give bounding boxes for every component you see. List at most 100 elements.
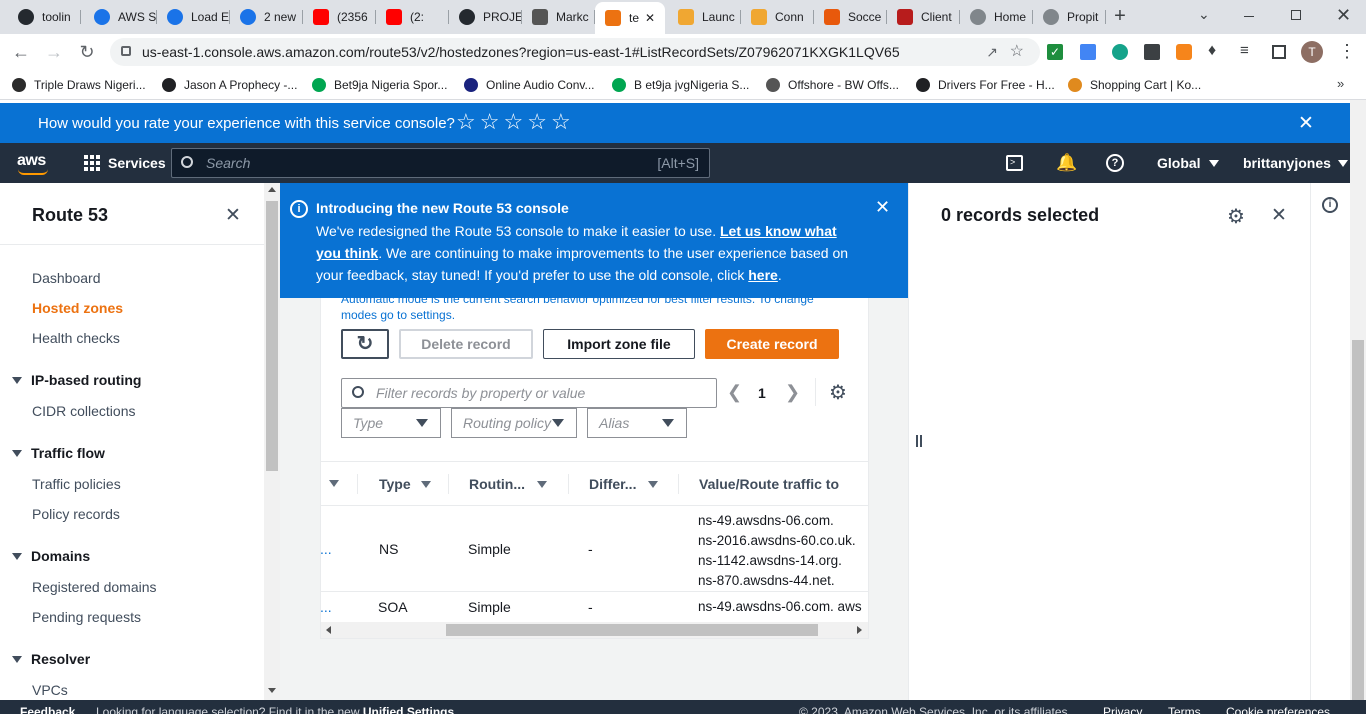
- services-menu-button[interactable]: Services: [84, 155, 166, 171]
- table-settings-gear-icon[interactable]: ⚙: [829, 380, 847, 405]
- close-window-icon[interactable]: ✕: [1336, 5, 1351, 26]
- cloudshell-icon[interactable]: >: [1006, 155, 1023, 171]
- notifications-bell-icon[interactable]: 🔔: [1056, 153, 1077, 173]
- rating-star-icon[interactable]: ☆: [527, 109, 547, 135]
- help-icon[interactable]: ?: [1106, 154, 1124, 172]
- next-page-icon[interactable]: ❯: [785, 382, 800, 403]
- bookmarks-overflow-icon[interactable]: »: [1337, 76, 1344, 91]
- browser-tab[interactable]: PROJE: [449, 4, 522, 30]
- extension-check-icon[interactable]: ✓: [1047, 44, 1063, 60]
- refresh-button[interactable]: ↻: [341, 329, 389, 359]
- reading-list-icon[interactable]: ≡: [1240, 42, 1249, 59]
- bookmark-item[interactable]: Triple Draws Nigeri...: [12, 76, 146, 94]
- restore-icon[interactable]: [1291, 10, 1301, 20]
- bookmark-item[interactable]: Drivers For Free - H...: [916, 76, 1055, 94]
- bookmark-item[interactable]: Bet9ja Nigeria Spor...: [312, 76, 447, 94]
- hidden-column-caret-icon[interactable]: [329, 480, 339, 487]
- scroll-left-arrow[interactable]: [326, 626, 331, 634]
- sidebar-item[interactable]: Pending requests: [32, 609, 141, 625]
- bookmark-item[interactable]: Shopping Cart | Ko...: [1068, 76, 1201, 94]
- sidebar-item[interactable]: CIDR collections: [32, 403, 135, 419]
- column-header-routing[interactable]: Routin...: [469, 476, 547, 492]
- sidebar-section-toggle[interactable]: Domains: [12, 548, 90, 564]
- sidebar-item[interactable]: Hosted zones: [32, 300, 123, 316]
- aws-logo[interactable]: aws: [17, 152, 51, 176]
- delete-record-button[interactable]: Delete record: [399, 329, 533, 359]
- rating-star-icon[interactable]: ☆: [551, 109, 571, 135]
- sidebar-section-toggle[interactable]: Traffic flow: [12, 445, 105, 461]
- browser-tab[interactable]: Propit: [1033, 4, 1106, 30]
- create-record-button[interactable]: Create record: [705, 329, 839, 359]
- browser-tab[interactable]: Client: [887, 4, 960, 30]
- page-number[interactable]: 1: [758, 385, 766, 401]
- browser-tab[interactable]: Socce: [814, 4, 887, 30]
- close-tab-icon[interactable]: ✕: [645, 11, 655, 25]
- rating-star-icon[interactable]: ☆: [480, 109, 500, 135]
- import-zone-file-button[interactable]: Import zone file: [543, 329, 695, 359]
- footer-cookie-link[interactable]: Cookie preferences: [1226, 705, 1330, 714]
- page-scroll-thumb[interactable]: [1352, 340, 1364, 700]
- share-icon[interactable]: ↗: [986, 38, 998, 66]
- browser-tab[interactable]: (2356: [303, 4, 376, 30]
- alias-select[interactable]: Alias: [587, 408, 687, 438]
- footer-privacy-link[interactable]: Privacy: [1103, 705, 1142, 714]
- table-scroll-thumb[interactable]: [446, 624, 818, 636]
- type-filter-select[interactable]: Type: [341, 408, 441, 438]
- browser-tab[interactable]: toolin: [8, 4, 81, 30]
- sidebar-item[interactable]: Traffic policies: [32, 476, 121, 492]
- sidebar-item[interactable]: Policy records: [32, 506, 120, 522]
- bookmark-item[interactable]: Online Audio Conv...: [464, 76, 595, 94]
- unified-settings-link[interactable]: Unified Settings: [363, 705, 454, 714]
- sidebar-section-toggle[interactable]: IP-based routing: [12, 372, 141, 388]
- browser-tab[interactable]: AWS S: [84, 4, 157, 30]
- sidebar-scrollbar[interactable]: [264, 183, 280, 700]
- info-panel-icon[interactable]: i: [1322, 197, 1338, 213]
- browser-tab[interactable]: (2:: [376, 4, 449, 30]
- browser-tab[interactable]: Markc: [522, 4, 595, 30]
- url-field[interactable]: us-east-1.console.aws.amazon.com/route53…: [110, 38, 1040, 66]
- feedback-link[interactable]: you think: [316, 245, 378, 261]
- download-extension-icon[interactable]: [1144, 44, 1160, 60]
- scroll-down-arrow[interactable]: [268, 688, 276, 693]
- close-sidebar-icon[interactable]: ✕: [225, 204, 241, 227]
- rating-star-icon[interactable]: ☆: [456, 109, 476, 135]
- browser-tab[interactable]: 2 new: [230, 4, 303, 30]
- footer-feedback-link[interactable]: Feedback: [20, 705, 75, 714]
- sidebar-section-toggle[interactable]: Resolver: [12, 651, 90, 667]
- reload-icon[interactable]: ↻: [77, 42, 97, 62]
- scroll-up-arrow[interactable]: [268, 187, 276, 192]
- new-tab-button[interactable]: +: [1110, 6, 1130, 26]
- bookmark-item[interactable]: Jason A Prophecy -...: [162, 76, 297, 94]
- feedback-link[interactable]: Let us know what: [720, 223, 837, 239]
- extensions-puzzle-icon[interactable]: ♦: [1208, 42, 1216, 60]
- column-header-type[interactable]: Type: [379, 476, 431, 492]
- filter-records-input[interactable]: Filter records by property or value: [341, 378, 717, 408]
- sidebar-item[interactable]: VPCs: [32, 682, 68, 698]
- account-menu[interactable]: brittanyjones: [1243, 155, 1348, 171]
- browser-tab[interactable]: Conn: [741, 4, 814, 30]
- minimize-icon[interactable]: [1244, 16, 1254, 17]
- bookmark-star-icon[interactable]: ☆: [1010, 38, 1024, 66]
- sidebar-item[interactable]: Dashboard: [32, 270, 101, 286]
- close-banner-icon[interactable]: ✕: [1298, 112, 1314, 135]
- previous-page-icon[interactable]: ❮: [727, 382, 742, 403]
- bookmark-item[interactable]: B et9ja jvgNigeria S...: [612, 76, 749, 94]
- back-icon[interactable]: ←: [11, 42, 31, 62]
- translate-extension-icon[interactable]: [1080, 44, 1096, 60]
- panel-resize-handle[interactable]: [916, 435, 922, 447]
- rating-star-icon[interactable]: ☆: [503, 109, 523, 135]
- page-scrollbar[interactable]: [1350, 100, 1366, 700]
- scroll-right-arrow[interactable]: [857, 626, 862, 634]
- browser-menu-icon[interactable]: ⋮: [1338, 41, 1356, 61]
- sidebar-scroll-thumb[interactable]: [266, 201, 278, 471]
- region-selector[interactable]: Global: [1157, 155, 1219, 171]
- table-horizontal-scrollbar[interactable]: [321, 622, 868, 638]
- browser-tab[interactable]: te ✕: [595, 2, 665, 34]
- browser-tab[interactable]: Launc: [668, 4, 741, 30]
- sidebar-item[interactable]: Registered domains: [32, 579, 157, 595]
- old-console-link[interactable]: here: [748, 267, 778, 283]
- grammar-extension-icon[interactable]: [1112, 44, 1128, 60]
- profile-avatar[interactable]: T: [1301, 41, 1323, 63]
- metamask-icon[interactable]: [1176, 44, 1192, 60]
- bookmark-item[interactable]: Offshore - BW Offs...: [766, 76, 899, 94]
